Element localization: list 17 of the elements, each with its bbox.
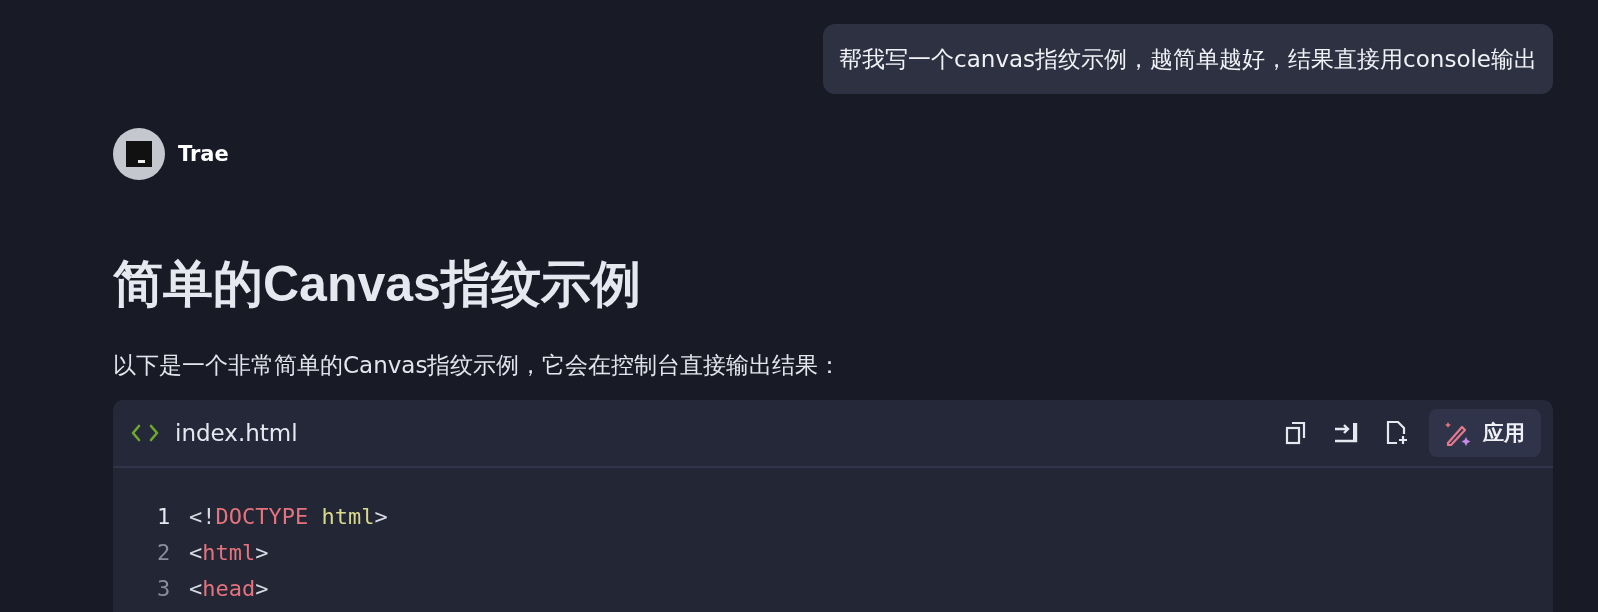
copy-icon	[1285, 421, 1307, 445]
line-number: 2	[157, 539, 172, 565]
apply-button[interactable]: 应用	[1429, 409, 1541, 457]
line-number: 1	[157, 503, 172, 529]
user-message: 帮我写一个canvas指纹示例，越简单越好，结果直接用console输出	[823, 24, 1553, 94]
file-name: index.html	[175, 420, 299, 446]
code-line: <head>	[189, 575, 269, 601]
paragraph: 以下是一个非常简单的Canvas指纹示例，它会在控制台直接输出结果：	[113, 351, 843, 380]
code-icon	[131, 423, 159, 443]
code-line: <html>	[189, 539, 269, 565]
avatar	[113, 128, 165, 180]
insert-icon	[1333, 421, 1359, 445]
file-plus-icon	[1385, 420, 1409, 446]
line-number: 3	[157, 575, 172, 601]
code-line: <!DOCTYPE html>	[189, 503, 388, 529]
author-name: Trae	[178, 142, 229, 166]
heading: 简单的Canvas指纹示例	[113, 258, 642, 310]
